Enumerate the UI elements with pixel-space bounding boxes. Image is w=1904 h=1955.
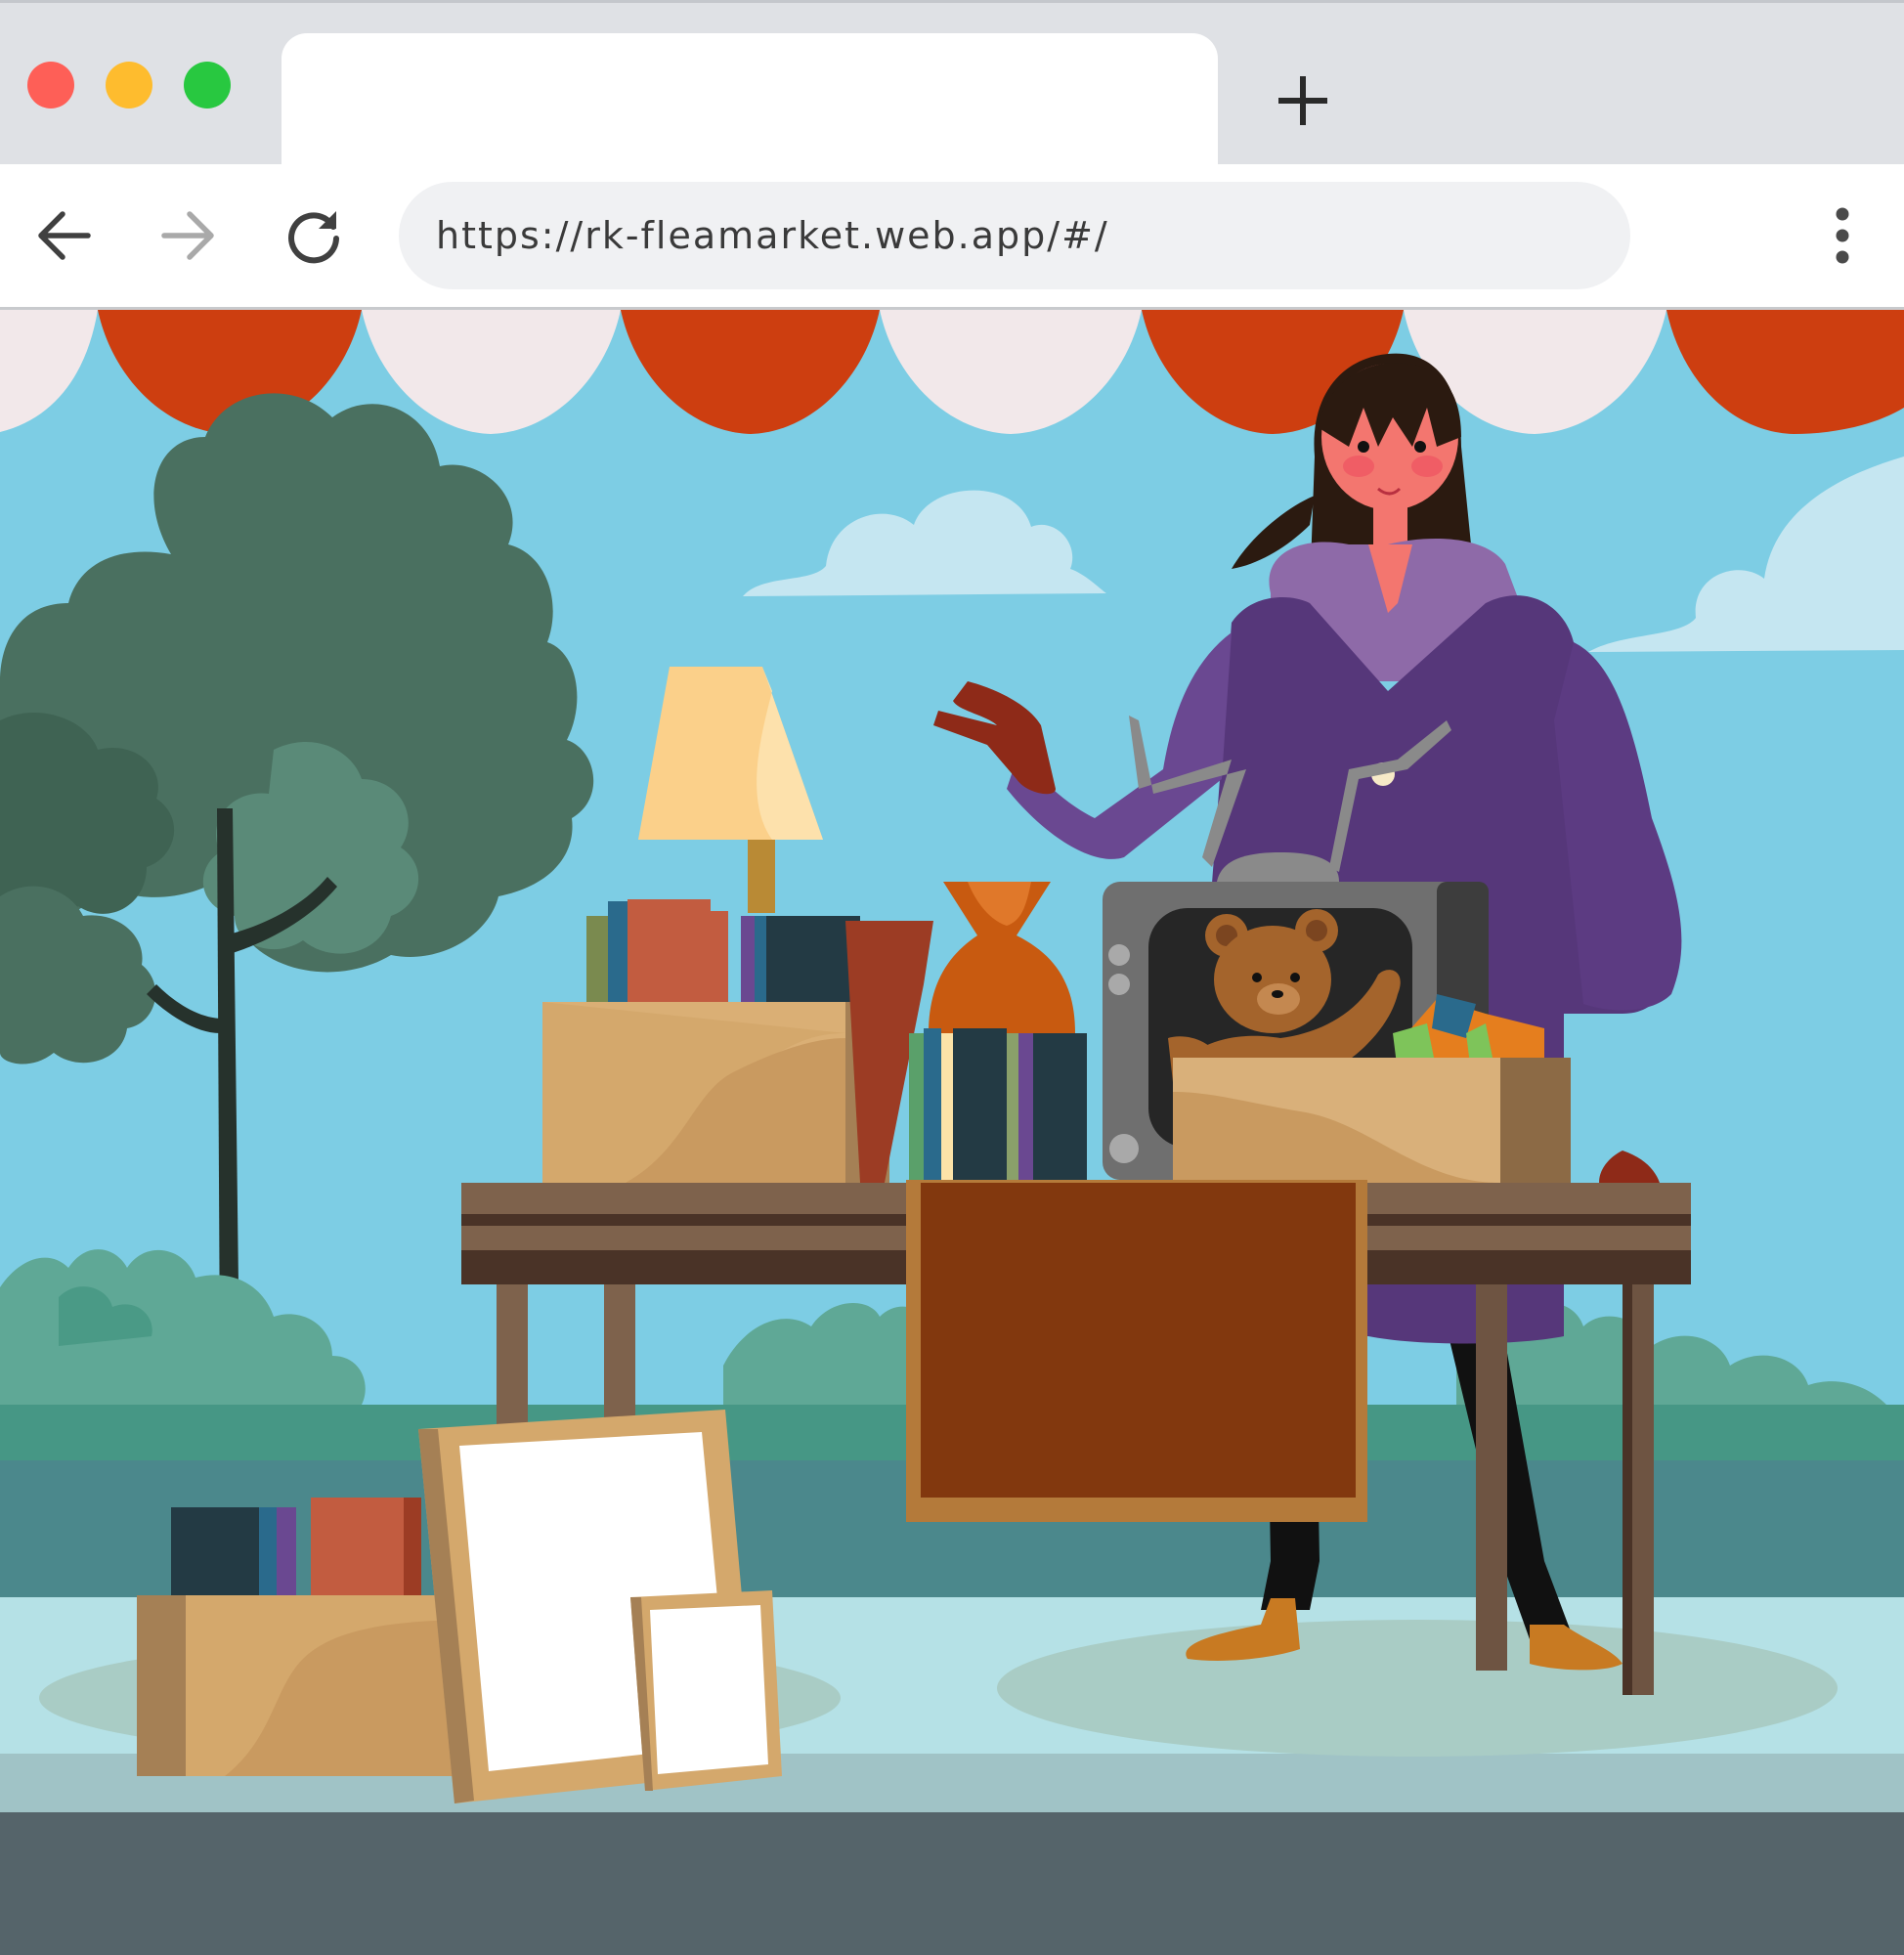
- close-window-button[interactable]: [27, 62, 74, 109]
- street: [0, 1812, 1904, 1955]
- flea-market-illustration: [0, 310, 1904, 1955]
- url-text[interactable]: https://rk-fleamarket.web.app/#/: [436, 182, 1109, 289]
- page-content: [0, 310, 1904, 1955]
- plus-icon: [1278, 76, 1327, 125]
- arrow-left-icon: [38, 211, 91, 260]
- books-left-box: [586, 899, 860, 1019]
- forward-button[interactable]: [154, 201, 223, 270]
- arrow-right-icon: [161, 211, 214, 260]
- address-bar[interactable]: https://rk-fleamarket.web.app/#/: [399, 182, 1630, 289]
- browser-toolbar: https://rk-fleamarket.web.app/#/: [0, 164, 1904, 310]
- tab-active[interactable]: [281, 33, 1218, 170]
- minimize-window-button[interactable]: [106, 62, 152, 109]
- browser-window: https://rk-fleamarket.web.app/#/: [0, 0, 1904, 1955]
- books-middle: [909, 1028, 1087, 1183]
- back-button[interactable]: [29, 201, 98, 270]
- reload-button[interactable]: [280, 201, 348, 270]
- new-tab-button[interactable]: [1271, 68, 1335, 133]
- browser-menu-button[interactable]: [1818, 201, 1867, 270]
- kebab-menu-icon: [1836, 207, 1849, 264]
- shadow-right: [997, 1620, 1838, 1757]
- reload-icon: [288, 211, 339, 264]
- tablecloth: [906, 1180, 1367, 1522]
- frame-small: [630, 1590, 782, 1791]
- box-left: [542, 1002, 889, 1183]
- window-top-border: [0, 0, 1904, 3]
- maximize-window-button[interactable]: [184, 62, 231, 109]
- box-ground: [137, 1595, 479, 1776]
- tab-bar: [0, 0, 1904, 170]
- books-ground: [171, 1498, 421, 1600]
